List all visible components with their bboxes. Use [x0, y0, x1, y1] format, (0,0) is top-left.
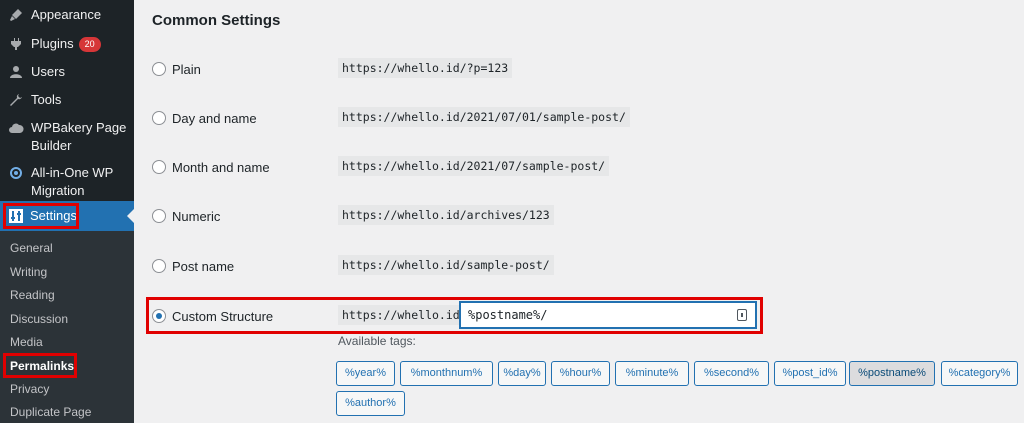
submenu-item-privacy[interactable]: Privacy — [10, 381, 49, 397]
tag-button-year[interactable]: %year% — [336, 361, 395, 386]
option-numeric[interactable]: Numeric — [152, 205, 220, 227]
tag-button-day[interactable]: %day% — [498, 361, 546, 386]
submenu-item-discussion[interactable]: Discussion — [10, 311, 68, 327]
option-label: Numeric — [172, 208, 221, 224]
menu-label: Plugins — [31, 36, 74, 51]
option-label: Custom Structure — [172, 308, 274, 324]
submenu-item-media[interactable]: Media — [10, 334, 43, 350]
submenu-item-writing[interactable]: Writing — [10, 264, 47, 280]
tag-button-minute[interactable]: %minute% — [615, 361, 689, 386]
update-count-badge: 20 — [78, 37, 101, 52]
paintbrush-icon — [6, 6, 26, 24]
available-tags-label: Available tags: — [338, 334, 416, 348]
submenu-item-reading[interactable]: Reading — [10, 287, 55, 303]
example-url-post-name: https://whello.id/sample-post/ — [338, 255, 554, 275]
option-custom-structure[interactable]: Custom Structure — [152, 305, 273, 327]
tag-button-postname[interactable]: %postname% — [849, 361, 935, 386]
cloud-icon — [6, 119, 26, 137]
tag-button-category[interactable]: %category% — [941, 361, 1018, 386]
option-label: Day and name — [172, 110, 257, 126]
section-title: Common Settings — [152, 12, 281, 29]
example-url-plain: https://whello.id/?p=123 — [338, 58, 513, 78]
radio-custom-structure[interactable] — [152, 309, 166, 323]
menu-item-all-in-one-migration[interactable]: All-in-One WP Migration — [0, 164, 134, 200]
permalinks-highlight-box — [3, 353, 77, 378]
option-month-and-name[interactable]: Month and name — [152, 156, 270, 178]
menu-label: Appearance — [31, 7, 102, 22]
option-label: Plain — [172, 61, 201, 77]
custom-structure-base-url: https://whello.id — [338, 305, 464, 325]
option-label: Post name — [172, 258, 235, 274]
menu-item-settings[interactable]: Settings — [0, 201, 134, 231]
settings-highlight-box — [3, 203, 79, 229]
example-url-numeric: https://whello.id/archives/123 — [338, 205, 554, 225]
menu-label: Users — [31, 64, 65, 79]
wrench-icon — [6, 91, 26, 109]
menu-item-plugins[interactable]: Plugins 20 — [0, 35, 134, 53]
radio-month-and-name[interactable] — [152, 160, 166, 174]
migration-icon — [6, 164, 26, 182]
tag-button-post-id[interactable]: %post_id% — [774, 361, 846, 386]
tag-button-author[interactable]: %author% — [336, 391, 405, 416]
radio-post-name[interactable] — [152, 259, 166, 273]
radio-plain[interactable] — [152, 62, 166, 76]
menu-item-users[interactable]: Users — [0, 63, 134, 81]
permalink-settings-main: Common Settings Plain https://whello.id/… — [134, 0, 1024, 423]
password-manager-icon[interactable] — [737, 309, 747, 321]
option-day-and-name[interactable]: Day and name — [152, 107, 257, 129]
tag-button-monthnum[interactable]: %monthnum% — [400, 361, 493, 386]
submenu-item-duplicate-page[interactable]: Duplicate Page — [10, 404, 91, 420]
submenu-item-general[interactable]: General — [10, 240, 53, 256]
menu-item-wpbakery[interactable]: WPBakery Page Builder — [0, 119, 134, 155]
custom-structure-value: %postname%/ — [468, 308, 548, 322]
tag-button-second[interactable]: %second% — [694, 361, 769, 386]
example-url-month-and-name: https://whello.id/2021/07/sample-post/ — [338, 156, 610, 176]
radio-day-and-name[interactable] — [152, 111, 166, 125]
menu-label: WPBakery Page Builder — [31, 120, 127, 153]
menu-label: All-in-One WP Migration — [31, 165, 114, 198]
example-url-day-and-name: https://whello.id/2021/07/01/sample-post… — [338, 107, 630, 127]
option-label: Month and name — [172, 159, 270, 175]
admin-sidebar: Appearance Plugins 20 Users Tools WPBaker… — [0, 0, 135, 423]
option-post-name[interactable]: Post name — [152, 255, 234, 277]
menu-label: Tools — [31, 92, 62, 107]
menu-item-tools[interactable]: Tools — [0, 91, 134, 109]
option-plain[interactable]: Plain — [152, 58, 201, 80]
plugin-icon — [6, 35, 26, 53]
users-icon — [6, 63, 26, 81]
tag-button-hour[interactable]: %hour% — [551, 361, 610, 386]
radio-numeric[interactable] — [152, 209, 166, 223]
menu-item-appearance[interactable]: Appearance — [0, 6, 134, 24]
custom-structure-input[interactable]: %postname%/ — [460, 302, 756, 328]
